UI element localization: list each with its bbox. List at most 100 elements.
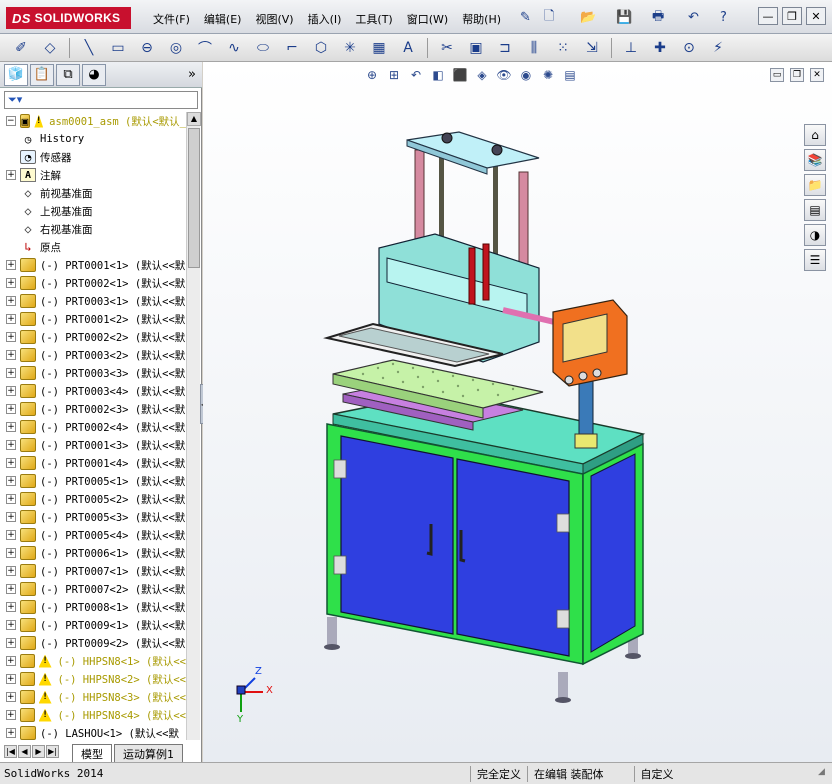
tree-item[interactable]: + (-) PRT0005<3> (默认<<默 (0, 508, 186, 526)
menu-help[interactable]: 帮助(H) (455, 9, 508, 29)
tree-item[interactable]: ◇ 上视基准面 (0, 202, 186, 220)
graphics-viewport[interactable]: ⊕ ⊞ ↶ ◧ ⬛ ◈ 👁 ◉ ✺ ▤ ▭ ❐ ✕ X Y Z (203, 62, 832, 762)
tree-item[interactable]: +! (-) HHPSN8<3> (默认<< (0, 688, 186, 706)
expand-icon[interactable]: + (6, 638, 16, 648)
repair-sketch-icon[interactable]: ✚ (647, 37, 673, 59)
prev-tab-icon[interactable]: ◀ (18, 745, 31, 758)
tree-item[interactable]: ◇ 前视基准面 (0, 184, 186, 202)
new-document-icon[interactable]: 🗋 (544, 8, 554, 27)
tree-item[interactable]: + (-) PRT0005<1> (默认<<默 (0, 472, 186, 490)
expand-icon[interactable]: + (6, 728, 16, 738)
tree-item[interactable]: + (-) PRT0008<1> (默认<<默 (0, 598, 186, 616)
expand-icon[interactable]: + (6, 440, 16, 450)
tree-item[interactable]: ◔ 传感器 (0, 148, 186, 166)
tree-item[interactable]: + (-) PRT0009<1> (默认<<默 (0, 616, 186, 634)
linear-pattern-icon[interactable]: ⁙ (550, 37, 576, 59)
close-button[interactable]: ✕ (806, 7, 826, 25)
expand-icon[interactable]: + (6, 674, 16, 684)
print-icon[interactable]: 🖶 (652, 8, 664, 27)
configuration-manager-tab-icon[interactable]: ⧉ (56, 63, 80, 86)
pin-icon[interactable]: ✎ (520, 8, 531, 27)
menu-tools[interactable]: 工具(T) (348, 9, 399, 29)
rapid-sketch-icon[interactable]: ⚡ (705, 37, 731, 59)
ellipse-icon[interactable]: ⬭ (250, 37, 276, 59)
grid-icon[interactable]: ▦ (366, 37, 392, 59)
file-explorer-icon[interactable]: 📁 (804, 174, 826, 196)
view-palette-icon[interactable]: ▤ (804, 199, 826, 221)
expand-icon[interactable]: + (6, 260, 16, 270)
custom-properties-icon[interactable]: ☰ (804, 249, 826, 271)
more-tabs-icon[interactable]: » (188, 67, 196, 82)
mirror-icon[interactable]: ⫼ (521, 37, 547, 59)
text-icon[interactable]: A (395, 37, 421, 59)
tree-item[interactable]: + (-) PRT0005<2> (默认<<默 (0, 490, 186, 508)
tab-motion-study[interactable]: 运动算例1 (114, 744, 183, 764)
line-icon[interactable]: ╲ (76, 37, 102, 59)
tree-vertical-scrollbar[interactable]: ▲ (186, 112, 201, 740)
appearances-icon[interactable]: ◑ (804, 224, 826, 246)
expand-icon[interactable]: + (6, 584, 16, 594)
tree-item[interactable]: + (-) PRT0003<2> (默认<<默 (0, 346, 186, 364)
trim-icon[interactable]: ✂ (434, 37, 460, 59)
tree-item[interactable]: + (-) PRT0009<2> (默认<<默 (0, 634, 186, 652)
quick-snaps-icon[interactable]: ⊙ (676, 37, 702, 59)
tree-item[interactable]: + (-) PRT0001<2> (默认<<默 (0, 310, 186, 328)
minimize-button[interactable]: — (758, 7, 778, 25)
expand-icon[interactable]: + (6, 710, 16, 720)
arc-icon[interactable]: ⌒ (192, 37, 218, 59)
menu-view[interactable]: 视图(V) (248, 9, 300, 29)
tree-item[interactable]: + (-) PRT0001<1> (默认<<默 (0, 256, 186, 274)
point-icon[interactable]: ✳ (337, 37, 363, 59)
tree-item[interactable]: + (-) PRT0001<3> (默认<<默 (0, 436, 186, 454)
circle-icon[interactable]: ◎ (163, 37, 189, 59)
spline-icon[interactable]: ∿ (221, 37, 247, 59)
tree-item[interactable]: +! (-) HHPSN8<1> (默认<< (0, 652, 186, 670)
expand-icon[interactable]: + (6, 296, 16, 306)
design-library-icon[interactable]: 📚 (804, 149, 826, 171)
collapse-icon[interactable]: − (6, 116, 16, 126)
expand-icon[interactable]: + (6, 602, 16, 612)
last-tab-icon[interactable]: ▶| (46, 745, 59, 758)
next-tab-icon[interactable]: ▶ (32, 745, 45, 758)
expand-icon[interactable]: + (6, 386, 16, 396)
tree-item[interactable]: + (-) PRT0007<1> (默认<<默 (0, 562, 186, 580)
tree-item[interactable]: +! (-) HHPSN8<2> (默认<< (0, 670, 186, 688)
help-icon[interactable]: ? (720, 8, 727, 27)
tree-item[interactable]: ◷ History (0, 130, 186, 148)
tree-item[interactable]: + (-) PRT0003<1> (默认<<默 (0, 292, 186, 310)
open-folder-icon[interactable]: 📂 (580, 8, 596, 27)
save-icon[interactable]: 💾 (616, 8, 632, 27)
tree-item[interactable]: + (-) PRT0002<3> (默认<<默 (0, 400, 186, 418)
display-manager-tab-icon[interactable]: ◕ (82, 63, 106, 86)
feature-manager-tab-icon[interactable]: 🧊 (4, 63, 28, 86)
tree-item[interactable]: + (-) PRT0001<4> (默认<<默 (0, 454, 186, 472)
expand-icon[interactable]: + (6, 548, 16, 558)
expand-icon[interactable]: + (6, 512, 16, 522)
fillet-icon[interactable]: ⌐ (279, 37, 305, 59)
tree-item[interactable]: + A 注解 (0, 166, 186, 184)
relations-icon[interactable]: ⊥ (618, 37, 644, 59)
expand-icon[interactable]: + (6, 656, 16, 666)
menu-window[interactable]: 窗口(W) (400, 9, 455, 29)
first-tab-icon[interactable]: |◀ (4, 745, 17, 758)
move-entities-icon[interactable]: ⇲ (579, 37, 605, 59)
solidworks-logo[interactable]: DS SOLIDWORKS (6, 7, 131, 29)
rectangle-icon[interactable]: ▭ (105, 37, 131, 59)
expand-icon[interactable]: + (6, 314, 16, 324)
tree-item[interactable]: ↳ 原点 (0, 238, 186, 256)
expand-icon[interactable]: + (6, 494, 16, 504)
expand-icon[interactable]: + (6, 332, 16, 342)
polygon-icon[interactable]: ⬡ (308, 37, 334, 59)
expand-icon[interactable]: + (6, 476, 16, 486)
property-manager-tab-icon[interactable]: 📋 (30, 63, 54, 86)
expand-icon[interactable]: + (6, 170, 16, 180)
sketch-icon[interactable]: ✐ (8, 37, 34, 59)
expand-icon[interactable]: + (6, 620, 16, 630)
expand-icon[interactable]: + (6, 368, 16, 378)
home-icon[interactable]: ⌂ (804, 124, 826, 146)
convert-entities-icon[interactable]: ▣ (463, 37, 489, 59)
menu-insert[interactable]: 插入(I) (301, 9, 349, 29)
tab-model[interactable]: 模型 (72, 744, 112, 764)
tree-item[interactable]: + (-) PRT0003<3> (默认<<默 (0, 364, 186, 382)
tree-item[interactable]: − ▣! asm0001_asm (默认<默认_ (0, 112, 186, 130)
